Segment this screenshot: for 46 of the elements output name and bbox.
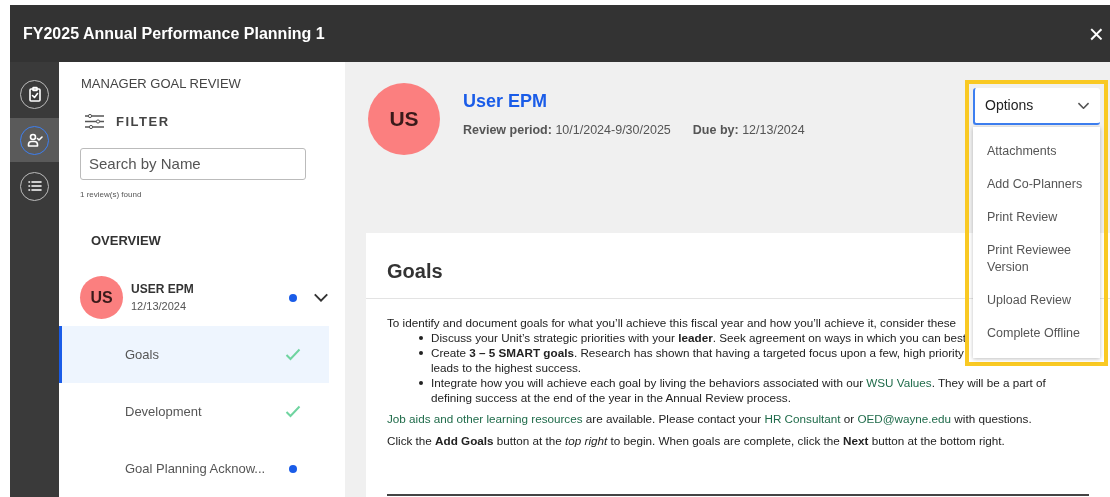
overview-heading: OVERVIEW: [91, 231, 162, 250]
resources-text: Job aids and other learning resources are available. Please contact your HR Consultant or OED@wayne.edu with questions.: [387, 412, 1032, 425]
reviewee-date: 12/13/2024: [131, 299, 188, 315]
nav-item[interactable]: Development: [59, 383, 329, 440]
options-dropdown[interactable]: Options: [973, 88, 1100, 125]
window-title: FY2025 Annual Performance Planning 1: [23, 23, 325, 44]
instructions-text: Click the Add Goals button at the top right to begin. When goals are complete, click the Next button at the bottom right.: [387, 433, 1006, 448]
nav-item[interactable]: Goal Planning Acknow...: [59, 440, 329, 497]
text-link[interactable]: WSU Values: [866, 376, 932, 389]
bullet-icon: [419, 381, 423, 385]
menu-item[interactable]: Complete Offline: [973, 317, 1100, 350]
sidebar-heading: MANAGER GOAL REVIEW: [81, 75, 242, 93]
menu-item[interactable]: Print Reviewee Version: [973, 234, 1100, 284]
bullet-text: Integrate how you will achieve each goal by living the behaviors associated with our WSU Values. They will be a part of defining success at the end of the year in the Annual Review process.: [431, 375, 1047, 405]
text-link[interactable]: Job aids and other learning resources: [387, 412, 583, 425]
menu-item[interactable]: Add Co-Planners: [973, 168, 1100, 201]
menu-item[interactable]: Attachments: [973, 135, 1100, 168]
sliders-icon: [85, 113, 104, 129]
reviewee-name: USER EPM: [131, 281, 195, 299]
nav-item[interactable]: Goals: [59, 326, 329, 383]
bullet-icon: [419, 336, 423, 340]
clipboard-check-icon: [26, 86, 43, 102]
expand-button[interactable]: [313, 292, 329, 303]
menu-item[interactable]: Print Review: [973, 201, 1100, 234]
avatar: US: [80, 276, 123, 319]
bullet-icon: [419, 351, 423, 355]
intro-text: To identify and document goals for what you’ll achieve this fiscal year and how you’ll achieve it, consider these: [387, 315, 958, 330]
results-count: 1 review(s) found: [80, 188, 143, 201]
search-field[interactable]: Search by Name: [80, 148, 306, 180]
check-icon: [285, 405, 301, 418]
chevron-down-icon: [313, 292, 329, 303]
reviewee-name: User EPM: [463, 90, 549, 113]
due-date: Due by: 12/13/2024: [692, 122, 805, 139]
rail-button[interactable]: [10, 118, 59, 162]
bullet-text: Create 3 – 5 SMART goals. Research has shown that having a targeted focus upon a few, high priority leads to the highest success.: [431, 345, 964, 375]
user-check-icon: [26, 132, 43, 148]
bullet-text: Discuss your Unit’s strategic priorities with your leader. Seek agreement on ways in which you can best: [431, 330, 967, 345]
list-icon: [26, 178, 43, 194]
text-link[interactable]: HR Consultant: [764, 412, 841, 425]
text-link[interactable]: OED@wayne.edu: [857, 412, 952, 425]
review-period: Review period: 10/1/2024-9/30/2025: [463, 122, 671, 139]
chevron-down-icon: [1077, 101, 1090, 110]
filter-button[interactable]: FILTER: [85, 111, 170, 131]
close-button[interactable]: ×: [1088, 20, 1104, 47]
avatar: US: [368, 83, 440, 155]
check-icon: [285, 348, 301, 361]
